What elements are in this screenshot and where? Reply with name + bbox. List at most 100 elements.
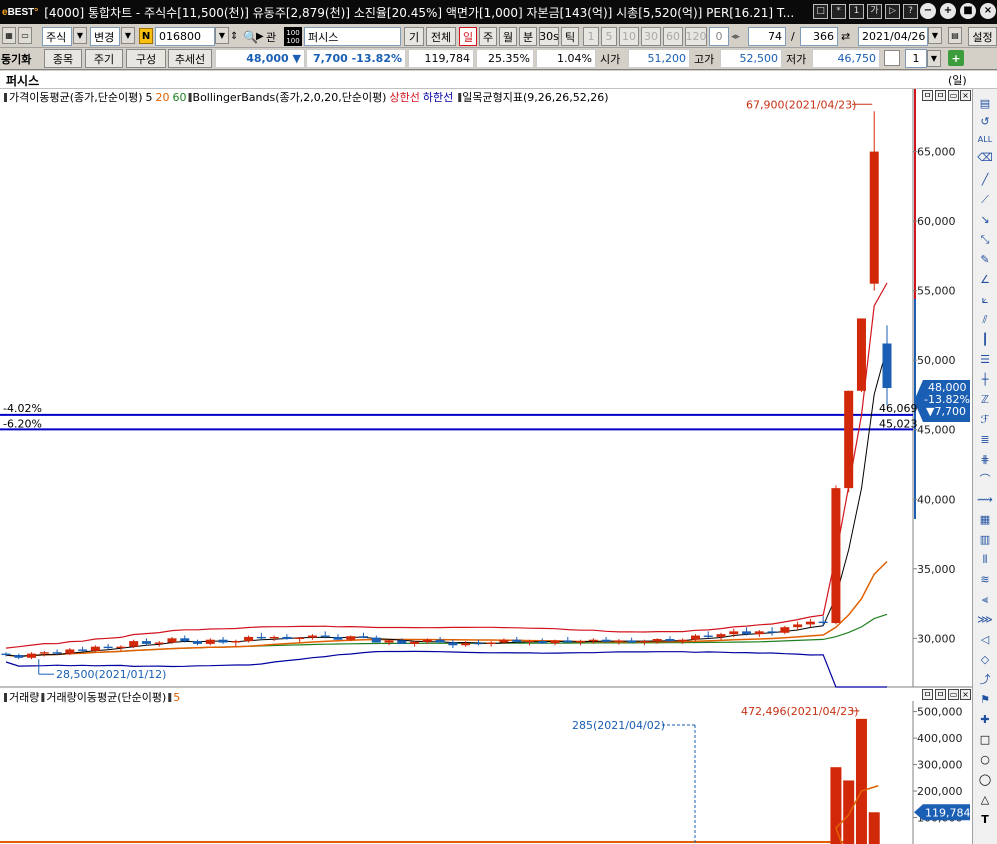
spinner-icon[interactable]: ◂▸ bbox=[731, 27, 740, 46]
tab-period[interactable]: 주기 bbox=[85, 49, 123, 68]
eraser-tool-icon[interactable]: ⌫ bbox=[977, 151, 993, 165]
screen-icon[interactable]: ▭ bbox=[18, 27, 32, 44]
counter-field[interactable]: 0 bbox=[709, 27, 729, 46]
code-input[interactable]: 016800 bbox=[155, 27, 215, 46]
num-120-button[interactable]: 120 bbox=[685, 27, 707, 46]
rays-tool-icon[interactable]: ⋙ bbox=[977, 613, 993, 627]
chart-area[interactable]: 가격이동평균(종가,단순이평) 5 20 60 BollingerBands(종가,2,… bbox=[0, 89, 972, 844]
window-num-icon[interactable]: 1 bbox=[849, 4, 864, 19]
grid-tool-icon[interactable]: ▦ bbox=[977, 513, 993, 527]
restore-icon[interactable]: ■ bbox=[960, 3, 976, 19]
window-star-icon[interactable]: * bbox=[831, 4, 846, 19]
layout-icon[interactable]: ▦ bbox=[2, 27, 16, 44]
num-5-button[interactable]: 5 bbox=[601, 27, 617, 46]
ray-tool-icon[interactable]: ↘ bbox=[977, 213, 993, 227]
channel-tool-icon[interactable]: ⫽ bbox=[977, 313, 993, 327]
tab-config[interactable]: 구성 bbox=[126, 49, 166, 68]
period-month-tab[interactable]: 월 bbox=[499, 27, 517, 46]
period-week-tab[interactable]: 주 bbox=[479, 27, 497, 46]
change-select[interactable]: 변경 bbox=[90, 27, 120, 46]
fan2-tool-icon[interactable]: ⫷ bbox=[977, 593, 993, 607]
flag-tool-icon[interactable]: ⚑ bbox=[977, 693, 993, 707]
date-dropdown-icon[interactable]: ▼ bbox=[928, 27, 942, 44]
zigzag-tool-icon[interactable]: ℤ bbox=[977, 393, 993, 407]
spin-input[interactable]: 1 bbox=[905, 49, 927, 68]
square-tool-icon[interactable]: □ bbox=[977, 733, 993, 747]
window-link-icon[interactable]: ▷ bbox=[885, 4, 900, 19]
tab-trendline[interactable]: 추세선 bbox=[168, 49, 212, 68]
num-60-button[interactable]: 60 bbox=[663, 27, 683, 46]
all-tool-icon[interactable]: ALL bbox=[977, 133, 993, 147]
fan-tool-icon[interactable]: ⟀ bbox=[977, 293, 993, 307]
vline-tool-icon[interactable]: ┃ bbox=[977, 333, 993, 347]
tri2-tool-icon[interactable]: △ bbox=[977, 793, 993, 807]
chart-type-icon[interactable]: ⇄ bbox=[841, 27, 850, 46]
color-swatch[interactable] bbox=[884, 50, 900, 66]
maximize-icon[interactable]: + bbox=[940, 3, 956, 19]
close-icon[interactable]: × bbox=[980, 3, 996, 19]
wave-tool-icon[interactable]: ≋ bbox=[977, 573, 993, 587]
window-box-icon[interactable]: □ bbox=[813, 4, 828, 19]
count-input[interactable]: 74 bbox=[748, 27, 786, 46]
period-tick-tab[interactable]: 틱 bbox=[561, 27, 579, 46]
settings-button[interactable]: 설정 bbox=[968, 27, 997, 46]
panel1-restore-icon[interactable]: ▭ bbox=[948, 90, 959, 101]
angle-tool-icon[interactable]: ∠ bbox=[977, 273, 993, 287]
bar-tool-icon[interactable]: ▥ bbox=[977, 533, 993, 547]
period-30s-tab[interactable]: 30s bbox=[539, 27, 559, 46]
rect-tool-icon[interactable]: ◇ bbox=[977, 653, 993, 667]
tab-stock[interactable]: 종목 bbox=[44, 49, 82, 68]
panel1-max-icon[interactable]: ㅁ bbox=[922, 90, 933, 101]
text-tool-icon[interactable]: ✚ bbox=[977, 713, 993, 727]
panel1-min-icon[interactable]: ㅁ bbox=[935, 90, 946, 101]
save-icon[interactable]: ▤ bbox=[948, 27, 962, 44]
tri-tool-icon[interactable]: ◁ bbox=[977, 633, 993, 647]
gann-tool-icon[interactable]: ⋕ bbox=[977, 453, 993, 467]
add-plus-icon[interactable]: + bbox=[948, 50, 964, 66]
ellipse-tool-icon[interactable]: ◯ bbox=[977, 773, 993, 787]
arc-tool-icon[interactable]: ⌒ bbox=[977, 473, 993, 487]
extend-tool-icon[interactable]: ⤡ bbox=[977, 233, 993, 247]
gwan-button[interactable]: 관 bbox=[266, 27, 276, 46]
date-input[interactable]: 2021/04/26 bbox=[858, 27, 928, 46]
panel1-close-icon[interactable]: × bbox=[960, 90, 971, 101]
change-dropdown-icon[interactable]: ▼ bbox=[121, 27, 135, 44]
num-30-button[interactable]: 30 bbox=[641, 27, 661, 46]
speed-tool-icon[interactable]: ⟿ bbox=[977, 493, 993, 507]
cycle-tool-icon[interactable]: ⦀ bbox=[977, 553, 993, 567]
circle-tool-icon[interactable]: ○ bbox=[977, 753, 993, 767]
select-tool-icon[interactable]: ▤ bbox=[977, 97, 993, 111]
period-minute-tab[interactable]: 분 bbox=[519, 27, 537, 46]
market-select[interactable]: 주식 bbox=[42, 27, 72, 46]
window-ga-icon[interactable]: 가 bbox=[867, 4, 882, 19]
fibo-tool-icon[interactable]: ℱ bbox=[977, 413, 993, 427]
panel2-restore-icon[interactable]: ▭ bbox=[948, 689, 959, 700]
total-input[interactable]: 366 bbox=[800, 27, 838, 46]
updown-icon[interactable]: ⇕ bbox=[230, 27, 238, 46]
all-button[interactable]: 전체 bbox=[426, 27, 456, 46]
chart-svg[interactable]: 가격이동평균(종가,단순이평) 5 20 60 BollingerBands(종가,2,… bbox=[0, 89, 972, 844]
type-tool-icon[interactable]: T bbox=[977, 813, 993, 827]
pencil-tool-icon[interactable]: ✎ bbox=[977, 253, 993, 267]
panel2-min-icon[interactable]: ㅁ bbox=[935, 689, 946, 700]
next-arrow-icon[interactable]: ▶ bbox=[256, 27, 264, 46]
trendline-tool-icon[interactable]: ⟋ bbox=[977, 193, 993, 207]
undo-tool-icon[interactable]: ↺ bbox=[977, 115, 993, 129]
hline-tool-icon[interactable]: ☰ bbox=[977, 353, 993, 367]
retrace-tool-icon[interactable]: ≣ bbox=[977, 433, 993, 447]
minimize-icon[interactable]: − bbox=[920, 3, 936, 19]
num-1-button[interactable]: 1 bbox=[583, 27, 599, 46]
code-dropdown-icon[interactable]: ▼ bbox=[215, 27, 229, 44]
period-day-tab[interactable]: 일 bbox=[459, 27, 477, 46]
spin-dropdown-icon[interactable]: ▼ bbox=[927, 50, 941, 67]
hundred-icon[interactable]: 100 100 bbox=[284, 27, 302, 46]
arrow-tool-icon[interactable]: ⤴ bbox=[977, 673, 993, 687]
panel2-max-icon[interactable]: ㅁ bbox=[922, 689, 933, 700]
window-help-icon[interactable]: ? bbox=[903, 4, 918, 19]
cross-tool-icon[interactable]: ┼ bbox=[977, 373, 993, 387]
line-tool-icon[interactable]: ╱ bbox=[977, 173, 993, 187]
num-10-button[interactable]: 10 bbox=[619, 27, 639, 46]
gi-button[interactable]: 기 bbox=[404, 27, 424, 46]
panel2-close-icon[interactable]: × bbox=[960, 689, 971, 700]
market-dropdown-icon[interactable]: ▼ bbox=[73, 27, 87, 44]
